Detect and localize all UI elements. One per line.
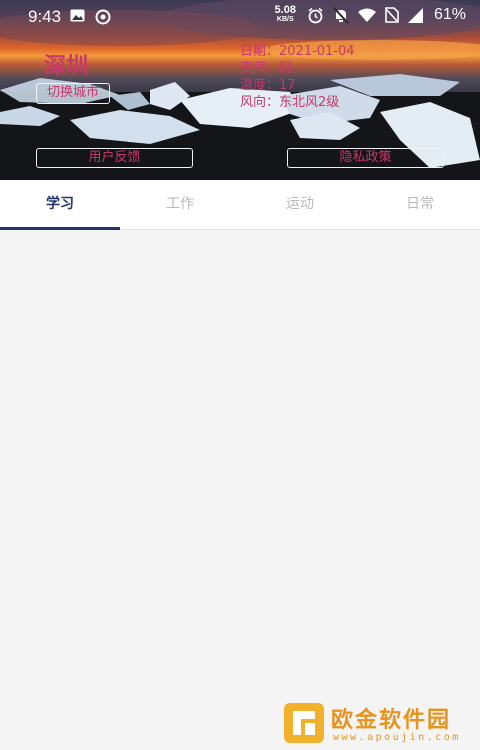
eye-circle-icon: [95, 9, 111, 25]
weather-condition: 天气：阴: [240, 61, 293, 76]
network-speed-value: 5.08: [274, 4, 296, 16]
weather-temperature: 温度：17: [240, 78, 296, 93]
watermark: 欧金软件园 www.apoujin.com: [283, 702, 475, 746]
tab-study[interactable]: 学习: [0, 180, 120, 230]
weather-info: 日期：2021-01-04 天气：阴 温度：17 风向：东北风2级: [240, 43, 355, 111]
watermark-title: 欧金软件园: [331, 708, 452, 733]
no-sim-icon: [385, 7, 399, 23]
image-icon: [70, 9, 85, 22]
city-name: 深圳: [44, 54, 89, 79]
tab-bar: 学习 工作 运动 日常: [0, 180, 480, 230]
privacy-policy-button[interactable]: 隐私政策: [287, 148, 444, 168]
tab-content-area: [0, 230, 480, 750]
network-speed-unit: KB/S: [276, 16, 294, 23]
signal-icon: [407, 7, 423, 23]
battery-level: 61%: [433, 6, 466, 23]
header-banner: 9:43 5.08 KB/S 61% 深圳 切换城市 日期：2021-01-04…: [0, 0, 480, 180]
alarm-icon: [308, 7, 323, 23]
weather-wind: 风向：东北风2级: [240, 95, 340, 110]
wifi-icon: [357, 8, 376, 22]
status-bar: 9:43 5.08 KB/S 61%: [0, 0, 480, 34]
watermark-url: www.apoujin.com: [333, 732, 461, 743]
mute-bell-icon: [333, 6, 349, 24]
tab-sport[interactable]: 运动: [240, 180, 360, 230]
apoujin-logo-icon: [284, 703, 324, 743]
switch-city-button[interactable]: 切换城市: [36, 83, 110, 104]
status-time: 9:43: [28, 7, 62, 26]
weather-date: 日期：2021-01-04: [240, 44, 355, 59]
tab-daily[interactable]: 日常: [360, 180, 480, 230]
network-speed: 5.08 KB/S: [274, 4, 296, 24]
feedback-button[interactable]: 用户反馈: [36, 148, 193, 168]
tab-work[interactable]: 工作: [120, 180, 240, 230]
